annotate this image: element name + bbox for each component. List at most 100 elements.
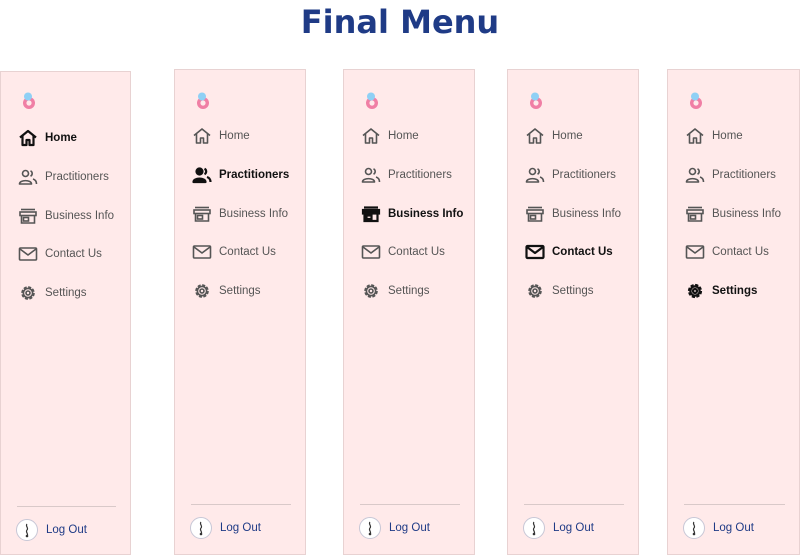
menu-item-home[interactable]: Home bbox=[191, 123, 250, 149]
mail-icon bbox=[191, 241, 213, 263]
menu-item-label: Home bbox=[712, 130, 743, 142]
logout-button[interactable]: Log Out bbox=[190, 517, 261, 539]
menu-item-label: Settings bbox=[219, 285, 261, 298]
menu-item-business-info[interactable]: Business Info bbox=[17, 203, 114, 229]
gear-icon bbox=[360, 280, 382, 302]
brand-logo[interactable] bbox=[20, 91, 38, 116]
mail-icon bbox=[684, 241, 706, 263]
logout-button[interactable]: Log Out bbox=[523, 517, 594, 539]
menu-item-practitioners[interactable]: Practitioners bbox=[360, 162, 452, 188]
store-icon bbox=[191, 203, 213, 225]
store-icon bbox=[684, 203, 706, 225]
divider bbox=[191, 504, 291, 505]
people-icon bbox=[17, 166, 39, 188]
menu-panel: Home Practitioners Business Info Contact Us… bbox=[343, 69, 475, 555]
menu-item-label: Settings bbox=[552, 285, 594, 298]
menu-item-business-info[interactable]: Business Info bbox=[684, 201, 781, 227]
people-icon bbox=[684, 164, 706, 186]
menu-item-label: Contact Us bbox=[388, 246, 445, 259]
home-icon bbox=[191, 125, 213, 147]
menu-item-label: Business Info bbox=[45, 209, 115, 222]
logout-label: Log Out bbox=[46, 524, 87, 536]
gear-icon bbox=[524, 280, 546, 302]
logout-label: Log Out bbox=[389, 522, 430, 534]
menu-item-practitioners[interactable]: Practitioners bbox=[17, 164, 109, 190]
logout-button[interactable]: Log Out bbox=[359, 517, 430, 539]
logout-button[interactable]: Log Out bbox=[16, 519, 87, 541]
menu-item-label: Practitioners bbox=[552, 168, 616, 181]
divider bbox=[684, 504, 785, 505]
logout-label: Log Out bbox=[713, 522, 754, 534]
avatar bbox=[359, 517, 381, 539]
gear-icon bbox=[684, 280, 706, 302]
divider bbox=[17, 506, 116, 507]
menu-item-label: Business Info bbox=[388, 207, 464, 220]
menu-item-business-info[interactable]: Business Info bbox=[360, 201, 463, 227]
menu-item-settings[interactable]: Settings bbox=[360, 278, 430, 304]
page-title: Final Menu bbox=[300, 3, 500, 41]
divider bbox=[524, 504, 624, 505]
logout-button[interactable]: Log Out bbox=[683, 517, 754, 539]
avatar bbox=[190, 517, 212, 539]
menu-item-practitioners[interactable]: Practitioners bbox=[684, 162, 776, 188]
store-icon bbox=[360, 203, 382, 225]
menu-panel: Home Practitioners Business Info Contact Us… bbox=[174, 69, 306, 555]
logout-label: Log Out bbox=[220, 522, 261, 534]
menu-item-label: Contact Us bbox=[45, 248, 102, 261]
menu-item-contact-us[interactable]: Contact Us bbox=[17, 241, 102, 267]
menu-item-settings[interactable]: Settings bbox=[684, 278, 757, 304]
home-icon bbox=[360, 125, 382, 147]
menu-item-label: Practitioners bbox=[388, 168, 452, 181]
home-icon bbox=[524, 125, 546, 147]
brand-logo[interactable] bbox=[363, 91, 381, 116]
home-icon bbox=[684, 125, 706, 147]
menu-item-label: Contact Us bbox=[552, 246, 613, 259]
mail-icon bbox=[360, 241, 382, 263]
menu-item-business-info[interactable]: Business Info bbox=[524, 201, 621, 227]
menu-item-label: Home bbox=[45, 132, 77, 144]
menu-item-contact-us[interactable]: Contact Us bbox=[524, 239, 613, 265]
home-icon bbox=[17, 127, 39, 149]
logout-label: Log Out bbox=[553, 522, 594, 534]
people-icon bbox=[191, 164, 213, 186]
menu-item-settings[interactable]: Settings bbox=[191, 278, 261, 304]
menu-item-label: Settings bbox=[45, 287, 87, 300]
menu-panel: Home Practitioners Business Info Contact Us… bbox=[507, 69, 639, 555]
menu-panel: Home Practitioners Business Info Contact Us… bbox=[0, 71, 131, 555]
menu-item-label: Business Info bbox=[552, 207, 622, 220]
brand-logo[interactable] bbox=[527, 91, 545, 116]
menu-item-settings[interactable]: Settings bbox=[524, 278, 594, 304]
people-icon bbox=[524, 164, 546, 186]
menu-item-practitioners[interactable]: Practitioners bbox=[191, 162, 289, 188]
menu-item-label: Practitioners bbox=[712, 168, 776, 181]
menu-item-contact-us[interactable]: Contact Us bbox=[191, 239, 276, 265]
people-icon bbox=[360, 164, 382, 186]
avatar bbox=[523, 517, 545, 539]
menu-item-label: Home bbox=[552, 130, 583, 142]
menu-item-settings[interactable]: Settings bbox=[17, 280, 87, 306]
menu-item-contact-us[interactable]: Contact Us bbox=[360, 239, 445, 265]
brand-logo[interactable] bbox=[687, 91, 705, 116]
menu-item-home[interactable]: Home bbox=[360, 123, 419, 149]
brand-logo[interactable] bbox=[194, 91, 212, 116]
menu-item-contact-us[interactable]: Contact Us bbox=[684, 239, 769, 265]
store-icon bbox=[17, 205, 39, 227]
menu-item-label: Business Info bbox=[219, 207, 289, 220]
menu-item-home[interactable]: Home bbox=[17, 125, 77, 151]
menu-item-business-info[interactable]: Business Info bbox=[191, 201, 288, 227]
menu-item-home[interactable]: Home bbox=[684, 123, 743, 149]
menu-item-label: Contact Us bbox=[712, 246, 769, 259]
menu-item-label: Practitioners bbox=[219, 168, 290, 181]
menu-item-practitioners[interactable]: Practitioners bbox=[524, 162, 616, 188]
mail-icon bbox=[524, 241, 546, 263]
divider bbox=[360, 504, 460, 505]
menu-item-label: Contact Us bbox=[219, 246, 276, 259]
menu-item-label: Home bbox=[388, 130, 419, 142]
menu-item-label: Practitioners bbox=[45, 170, 109, 183]
avatar bbox=[683, 517, 705, 539]
gear-icon bbox=[17, 282, 39, 304]
store-icon bbox=[524, 203, 546, 225]
menu-item-home[interactable]: Home bbox=[524, 123, 583, 149]
mail-icon bbox=[17, 243, 39, 265]
menu-item-label: Settings bbox=[712, 285, 758, 298]
